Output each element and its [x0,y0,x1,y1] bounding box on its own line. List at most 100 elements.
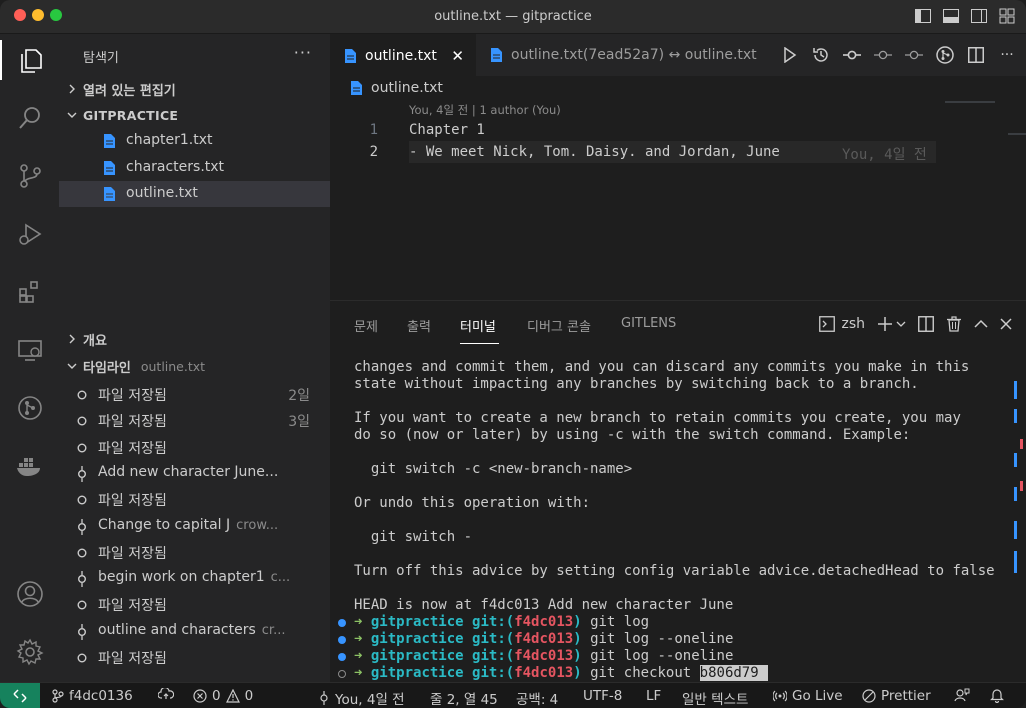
new-terminal-icon[interactable] [877,314,906,334]
timeline-item-label: Add new character June... [98,464,278,480]
run-icon[interactable] [781,46,799,64]
cursor-position[interactable]: 줄 2, 열 45 [430,688,498,708]
prettier-status[interactable]: Prettier [862,688,931,704]
timeline-save-item[interactable]: 파일 저장됨 [59,434,330,460]
breadcrumb[interactable]: outline.txt [350,80,443,96]
timeline-save-item[interactable]: 파일 저장됨 3일 [59,407,330,433]
command-decoration-icon[interactable] [338,653,346,661]
git-commit-icon [320,691,328,705]
source-control-icon[interactable] [0,156,59,196]
timeline-commit-item[interactable]: Change to capital J crow... [59,513,330,539]
remote-indicator[interactable] [0,683,40,708]
indentation[interactable]: 공백: 4 [516,688,558,708]
vscode-window: outline.txt — gitpractice 탐색기 ··· 열려 있는 … [0,0,1026,708]
branch-name: f4dc0136 [69,688,133,704]
maximize-panel-icon[interactable] [974,314,988,334]
more-actions-icon[interactable]: ··· [998,46,1016,64]
search-icon[interactable] [0,98,59,138]
warning-icon [225,689,240,703]
command-decoration-icon[interactable] [338,636,346,644]
git-commit-icon [76,571,88,591]
timeline-save-item[interactable]: 파일 저장됨 2일 [59,381,330,407]
commit-icon[interactable] [843,46,861,64]
close-tab-icon[interactable]: ✕ [451,47,464,65]
timeline-commit-item[interactable]: outline and characters cr... [59,618,330,644]
git-commit-icon [76,465,88,486]
tab-debug-console[interactable]: 디버그 콘솔 [527,316,591,335]
docker-icon[interactable] [0,446,59,486]
timeline-item-time: 2일 [288,388,310,404]
timeline-save-item[interactable]: 파일 저장됨 [59,644,330,670]
terminal-line: do so (now or later) by using -c with th… [354,427,911,443]
tab-diff[interactable]: outline.txt(7ead52a7) ↔ outline.txt [476,34,766,76]
next-commit-icon[interactable] [905,46,923,64]
history-icon[interactable] [812,46,830,64]
run-debug-icon[interactable] [0,214,59,254]
timeline-save-item[interactable]: 파일 저장됨 [59,486,330,512]
close-panel-icon[interactable] [1000,314,1012,334]
command-decoration-icon[interactable] [338,670,346,678]
remote-explorer-icon[interactable] [0,330,59,370]
previous-commit-icon[interactable] [874,46,892,64]
timeline-save-item[interactable]: 파일 저장됨 [59,591,330,617]
accounts-icon[interactable] [0,574,59,614]
open-editors-label: 열려 있는 편집기 [83,83,176,99]
end-of-line[interactable]: LF [646,688,661,704]
notifications-bell-icon[interactable] [990,688,1004,703]
tab-label: outline.txt(7ead52a7) ↔ outline.txt [511,47,757,63]
timeline-item-text: 파일 저장됨 [98,388,167,404]
text-file-icon [103,133,116,153]
settings-gear-icon[interactable] [0,632,59,672]
tab-gitlens[interactable]: GITLENS [621,316,676,331]
sync-status[interactable] [158,688,174,700]
explorer-icon[interactable] [0,40,59,80]
blame-status[interactable]: You, 4일 전 [318,688,405,708]
timeline-commit-item[interactable]: begin work on chapter1 c... [59,565,330,591]
open-editors-section[interactable]: 열려 있는 편집기 [59,78,330,100]
split-editor-icon[interactable] [967,46,985,64]
timeline-section[interactable]: 타임라인 outline.txt [59,355,330,377]
timeline-save-item[interactable]: 파일 저장됨 [59,539,330,565]
live-share-feedback-icon[interactable] [954,688,970,702]
timeline-commit-item[interactable]: Add new character June... [59,460,330,486]
timeline-label: 타임라인 [83,360,131,376]
file-item[interactable]: chapter1.txt [59,128,330,154]
extensions-icon[interactable] [0,272,59,312]
go-live-button[interactable]: Go Live [773,688,843,704]
text-file-icon [350,80,363,96]
command-decoration-icon[interactable] [338,619,346,627]
problems-status[interactable]: 0 0 [193,688,253,704]
gitlens-compare-icon[interactable] [936,46,954,64]
tab-problems[interactable]: 문제 [354,316,378,335]
customize-layout-icon[interactable] [998,7,1016,25]
more-actions-icon[interactable]: ··· [294,43,312,62]
tab-output[interactable]: 출력 [407,316,431,335]
trash-icon[interactable] [946,314,962,334]
tab-terminal[interactable]: 터미널 [460,316,496,335]
terminal-shell-selector[interactable]: zsh [819,314,865,334]
line-number: 1 [369,122,378,138]
toggle-panel-icon[interactable] [942,7,960,25]
file-item[interactable]: characters.txt [59,155,330,181]
toggle-secondary-sidebar-icon[interactable] [970,7,988,25]
gitlens-codelens[interactable]: You, 4일 전 | 1 author (You) [409,102,561,118]
repo-section[interactable]: GITPRACTICE [59,104,330,126]
file-item-selected[interactable]: outline.txt [59,181,330,207]
scroll-marker [1020,481,1023,491]
branch-status[interactable]: f4dc0136 [52,688,133,704]
outline-section[interactable]: 개요 [59,328,330,350]
outline-label: 개요 [83,333,107,349]
code-line-current: 2 - We meet Nick, Tom. Daisy. and Jordan… [330,141,1010,163]
scroll-marker [1020,439,1023,449]
language-mode[interactable]: 일반 텍스트 [682,688,748,708]
tab-outline[interactable]: outline.txt ✕ [330,34,476,76]
bottom-panel: 문제 출력 터미널 디버그 콘솔 GITLENS zsh changes and… [330,300,1026,682]
toggle-sidebar-icon[interactable] [914,7,932,25]
split-terminal-icon[interactable] [918,314,934,334]
encoding[interactable]: UTF-8 [583,688,622,704]
gitlens-icon[interactable] [0,388,59,428]
